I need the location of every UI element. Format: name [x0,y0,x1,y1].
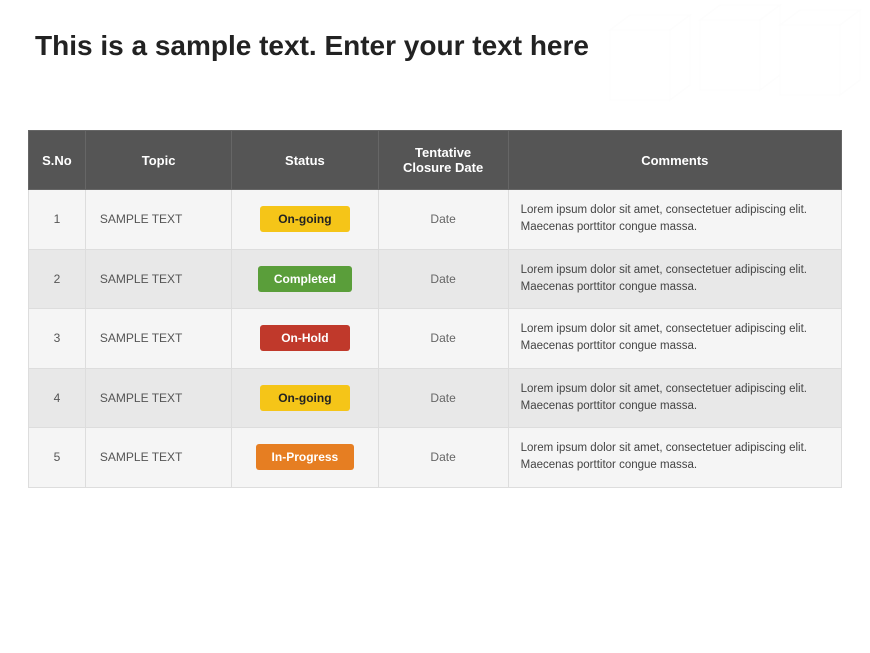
table-row: 2 SAMPLE TEXT Completed Date Lorem ipsum… [29,249,842,309]
row-status: On-Hold [232,309,378,369]
row-status: Completed [232,249,378,309]
row-status: On-going [232,368,378,428]
row-status: On-going [232,190,378,250]
col-header-topic: Topic [85,131,231,190]
row-comments: Lorem ipsum dolor sit amet, consectetuer… [508,190,841,250]
row-sno: 1 [29,190,86,250]
row-topic: SAMPLE TEXT [85,190,231,250]
row-sno: 3 [29,309,86,369]
status-badge: On-going [260,206,350,232]
row-topic: SAMPLE TEXT [85,309,231,369]
row-comments: Lorem ipsum dolor sit amet, consectetuer… [508,428,841,488]
row-topic: SAMPLE TEXT [85,428,231,488]
row-date: Date [378,249,508,309]
row-date: Date [378,309,508,369]
row-sno: 2 [29,249,86,309]
table-header-row: S.No Topic Status TentativeClosure Date … [29,131,842,190]
col-header-sno: S.No [29,131,86,190]
table-row: 1 SAMPLE TEXT On-going Date Lorem ipsum … [29,190,842,250]
page-title: This is a sample text. Enter your text h… [35,30,589,62]
status-badge: In-Progress [256,444,355,470]
row-topic: SAMPLE TEXT [85,249,231,309]
col-header-comments: Comments [508,131,841,190]
row-date: Date [378,368,508,428]
table-row: 3 SAMPLE TEXT On-Hold Date Lorem ipsum d… [29,309,842,369]
table-row: 4 SAMPLE TEXT On-going Date Lorem ipsum … [29,368,842,428]
row-comments: Lorem ipsum dolor sit amet, consectetuer… [508,368,841,428]
row-topic: SAMPLE TEXT [85,368,231,428]
row-comments: Lorem ipsum dolor sit amet, consectetuer… [508,249,841,309]
status-badge: Completed [258,266,352,292]
row-status: In-Progress [232,428,378,488]
row-sno: 5 [29,428,86,488]
status-badge: On-going [260,385,350,411]
row-date: Date [378,190,508,250]
col-header-status: Status [232,131,378,190]
issues-table: S.No Topic Status TentativeClosure Date … [28,130,842,488]
table-container: S.No Topic Status TentativeClosure Date … [28,130,842,633]
table-row: 5 SAMPLE TEXT In-Progress Date Lorem ips… [29,428,842,488]
row-date: Date [378,428,508,488]
status-badge: On-Hold [260,325,350,351]
row-sno: 4 [29,368,86,428]
row-comments: Lorem ipsum dolor sit amet, consectetuer… [508,309,841,369]
col-header-date: TentativeClosure Date [378,131,508,190]
